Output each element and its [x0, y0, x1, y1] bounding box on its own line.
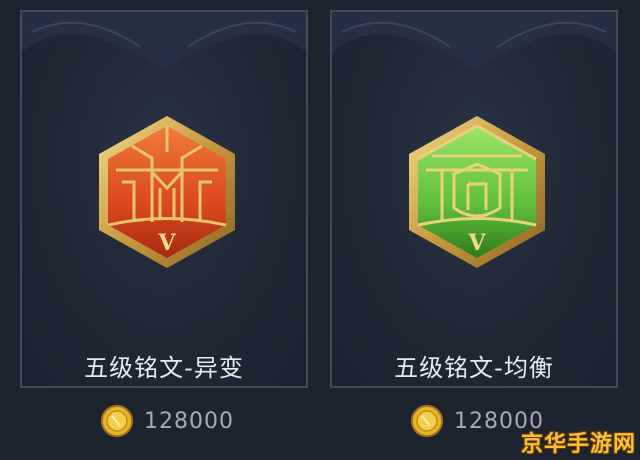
card-top-ornament — [22, 12, 306, 72]
red-inscription-emblem-icon: V — [99, 116, 235, 268]
card-title: 五级铭文-异变 — [84, 354, 244, 382]
card-title: 五级铭文-均衡 — [394, 354, 554, 382]
inscription-card-mutation[interactable]: V 五级铭文-异变 — [20, 10, 308, 388]
inscription-card-balance[interactable]: V 五级铭文-均衡 — [330, 10, 618, 388]
gold-coin-icon — [411, 405, 443, 437]
svg-text:V: V — [157, 230, 176, 256]
price-mutation[interactable]: 128000 — [100, 405, 234, 437]
card-top-ornament — [332, 12, 616, 72]
site-watermark: 京华手游网 — [520, 432, 636, 457]
green-inscription-emblem-icon: V — [409, 116, 545, 268]
svg-text:V: V — [467, 230, 486, 256]
gold-coin-icon — [101, 405, 133, 437]
price-value: 128000 — [144, 408, 234, 434]
